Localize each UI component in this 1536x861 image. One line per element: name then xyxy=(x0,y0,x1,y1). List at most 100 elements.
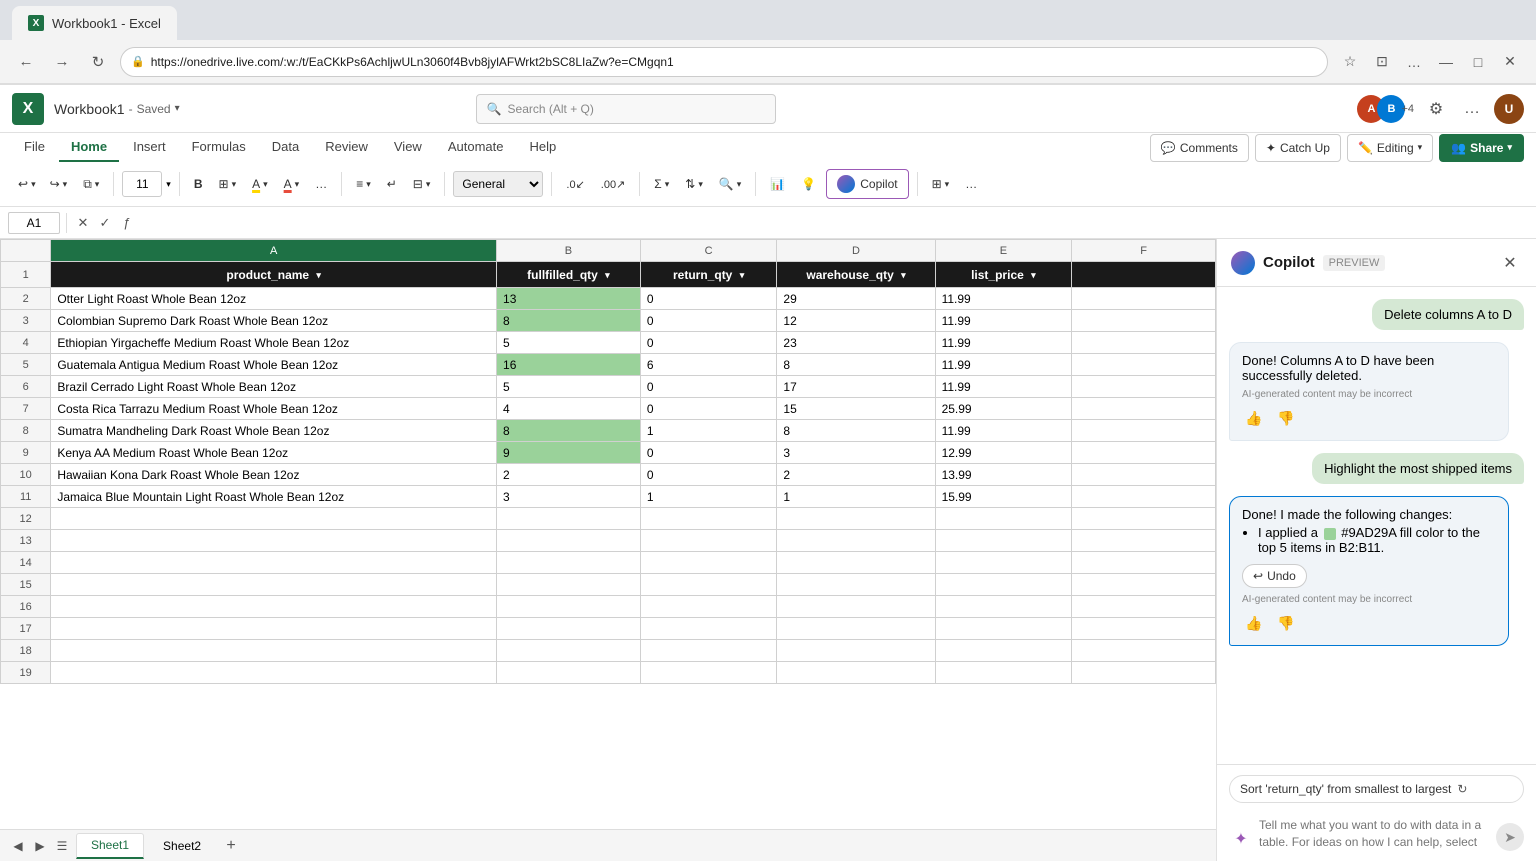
cell-r19-c1[interactable] xyxy=(497,662,641,684)
cell-r2-c3[interactable]: 29 xyxy=(777,288,935,310)
cell-r16-c5[interactable] xyxy=(1072,596,1216,618)
cell-r3-c2[interactable]: 0 xyxy=(640,310,777,332)
cell-r10-c5[interactable] xyxy=(1072,464,1216,486)
cell-r8-c0[interactable]: Sumatra Mandheling Dark Roast Whole Bean… xyxy=(51,420,497,442)
cell-r9-c1[interactable]: 9 xyxy=(497,442,641,464)
align-button[interactable]: ≡▾ xyxy=(350,169,377,199)
cell-r16-c2[interactable] xyxy=(640,596,777,618)
share-button[interactable]: 👥 Share ▾ xyxy=(1439,134,1524,162)
cell-r12-c2[interactable] xyxy=(640,508,777,530)
sparkle-button[interactable]: ✦ xyxy=(1229,827,1253,851)
cell-r14-c4[interactable] xyxy=(935,552,1072,574)
cell-r4-c2[interactable]: 0 xyxy=(640,332,777,354)
cell-r2-c2[interactable]: 0 xyxy=(640,288,777,310)
copilot-ribbon-button[interactable]: Copilot xyxy=(826,169,908,199)
cell-r6-c0[interactable]: Brazil Cerrado Light Roast Whole Bean 12… xyxy=(51,376,497,398)
cell-r7-c0[interactable]: Costa Rica Tarrazu Medium Roast Whole Be… xyxy=(51,398,497,420)
cell-r11-c5[interactable] xyxy=(1072,486,1216,508)
cell-r11-c2[interactable]: 1 xyxy=(640,486,777,508)
cell-r17-c3[interactable] xyxy=(777,618,935,640)
grid-view-button[interactable]: ⊞▾ xyxy=(926,169,956,199)
catchup-button[interactable]: ✦ Catch Up xyxy=(1255,134,1341,162)
clipboard-button[interactable]: ⧉▾ xyxy=(77,169,105,199)
cell-r14-c0[interactable] xyxy=(51,552,497,574)
ideas-button[interactable]: 💡 xyxy=(795,169,822,199)
cell-r15-c0[interactable] xyxy=(51,574,497,596)
forward-button[interactable]: → xyxy=(48,48,76,76)
sum-button[interactable]: Σ▾ xyxy=(648,169,675,199)
cell-r4-c1[interactable]: 5 xyxy=(497,332,641,354)
cell-r7-c1[interactable]: 4 xyxy=(497,398,641,420)
cell-r13-c5[interactable] xyxy=(1072,530,1216,552)
col-header-b[interactable]: B xyxy=(497,240,641,262)
spreadsheet[interactable]: A B C D E F 1 product_name ▾ xyxy=(0,239,1216,829)
fill-color-button[interactable]: A▾ xyxy=(246,169,274,199)
cell-r15-c3[interactable] xyxy=(777,574,935,596)
back-button[interactable]: ← xyxy=(12,48,40,76)
cell-r17-c1[interactable] xyxy=(497,618,641,640)
cell-r13-c3[interactable] xyxy=(777,530,935,552)
sheet-nav-forward[interactable]: ▶ xyxy=(30,836,50,856)
cell-r8-c2[interactable]: 1 xyxy=(640,420,777,442)
cell-r5-c3[interactable]: 8 xyxy=(777,354,935,376)
cell-r10-c4[interactable]: 13.99 xyxy=(935,464,1072,486)
sheet-nav-back[interactable]: ◀ xyxy=(8,836,28,856)
sheet-tab-sheet1[interactable]: Sheet1 xyxy=(76,833,144,859)
cell-r17-c4[interactable] xyxy=(935,618,1072,640)
copilot-close-button[interactable]: ✕ xyxy=(1498,251,1522,275)
cell-r3-c1[interactable]: 8 xyxy=(497,310,641,332)
cell-r12-c0[interactable] xyxy=(51,508,497,530)
tab-insert[interactable]: Insert xyxy=(121,133,178,162)
cell-r19-c4[interactable] xyxy=(935,662,1072,684)
collections-button[interactable]: ⊡ xyxy=(1368,48,1396,76)
cell-r18-c0[interactable] xyxy=(51,640,497,662)
col-header-a[interactable]: A xyxy=(51,240,497,262)
cell-r8-c1[interactable]: 8 xyxy=(497,420,641,442)
cell-r4-c4[interactable]: 11.99 xyxy=(935,332,1072,354)
cell-r2-c0[interactable]: Otter Light Roast Whole Bean 12oz xyxy=(51,288,497,310)
cell-r14-c3[interactable] xyxy=(777,552,935,574)
more-format-button[interactable]: … xyxy=(309,169,333,199)
cell-r8-c3[interactable]: 8 xyxy=(777,420,935,442)
sheet-nav-menu[interactable]: ☰ xyxy=(52,836,72,856)
cell-r4-c3[interactable]: 23 xyxy=(777,332,935,354)
cell-r13-c2[interactable] xyxy=(640,530,777,552)
formula-confirm-button[interactable]: ✓ xyxy=(95,213,115,233)
more-options-button[interactable]: … xyxy=(1458,95,1486,123)
formula-function-button[interactable]: ƒ xyxy=(117,213,137,233)
cell-r10-c2[interactable]: 0 xyxy=(640,464,777,486)
formula-input[interactable] xyxy=(143,212,1528,234)
find-button[interactable]: 🔍▾ xyxy=(713,169,747,199)
cell-r17-c0[interactable] xyxy=(51,618,497,640)
cell-r5-c5[interactable] xyxy=(1072,354,1216,376)
cell-r12-c3[interactable] xyxy=(777,508,935,530)
cell-r6-c2[interactable]: 0 xyxy=(640,376,777,398)
format-selector[interactable]: General Number Currency Date Text xyxy=(453,171,543,197)
cell-r15-c1[interactable] xyxy=(497,574,641,596)
add-sheet-button[interactable]: + xyxy=(220,835,242,857)
cell-ref-box[interactable]: A1 xyxy=(8,212,60,234)
save-dropdown-icon[interactable]: ▾ xyxy=(175,103,180,114)
thumbs-up-2[interactable]: 👍 xyxy=(1242,611,1266,635)
chat-input[interactable] xyxy=(1259,817,1490,851)
cell-r5-c4[interactable]: 11.99 xyxy=(935,354,1072,376)
cell-r9-c3[interactable]: 3 xyxy=(777,442,935,464)
browser-tab[interactable]: X Workbook1 - Excel xyxy=(12,6,177,40)
ribbon-more-button[interactable]: … xyxy=(959,169,983,199)
cell-r18-c4[interactable] xyxy=(935,640,1072,662)
cell-r7-c4[interactable]: 25.99 xyxy=(935,398,1072,420)
col-header-e[interactable]: E xyxy=(935,240,1072,262)
cell-r9-c0[interactable]: Kenya AA Medium Roast Whole Bean 12oz xyxy=(51,442,497,464)
cell-r19-c0[interactable] xyxy=(51,662,497,684)
col-header-d[interactable]: D xyxy=(777,240,935,262)
editing-button[interactable]: ✏️ Editing ▾ xyxy=(1347,134,1433,162)
settings-button[interactable]: ⚙ xyxy=(1422,95,1450,123)
col-header-c[interactable]: C xyxy=(640,240,777,262)
cell-r12-c1[interactable] xyxy=(497,508,641,530)
cell-r18-c3[interactable] xyxy=(777,640,935,662)
wrap-button[interactable]: ↵ xyxy=(381,169,403,199)
cell-r10-c1[interactable]: 2 xyxy=(497,464,641,486)
tab-automate[interactable]: Automate xyxy=(436,133,516,162)
cell-r14-c2[interactable] xyxy=(640,552,777,574)
cell-r12-c5[interactable] xyxy=(1072,508,1216,530)
